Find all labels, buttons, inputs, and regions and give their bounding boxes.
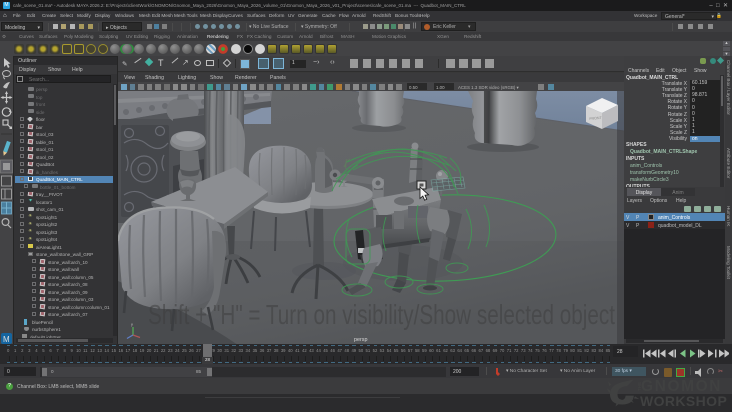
svg-text:y: y	[131, 323, 133, 327]
svg-text:persp: persp	[354, 337, 368, 343]
svg-text:M: M	[3, 335, 10, 344]
svg-text:WORKSHOP: WORKSHOP	[640, 393, 727, 409]
svg-text:Shift + "H" = Turn on visibili: Shift + "H" = Turn on visibility/Show se…	[148, 299, 615, 330]
svg-text:THE: THE	[637, 382, 642, 391]
